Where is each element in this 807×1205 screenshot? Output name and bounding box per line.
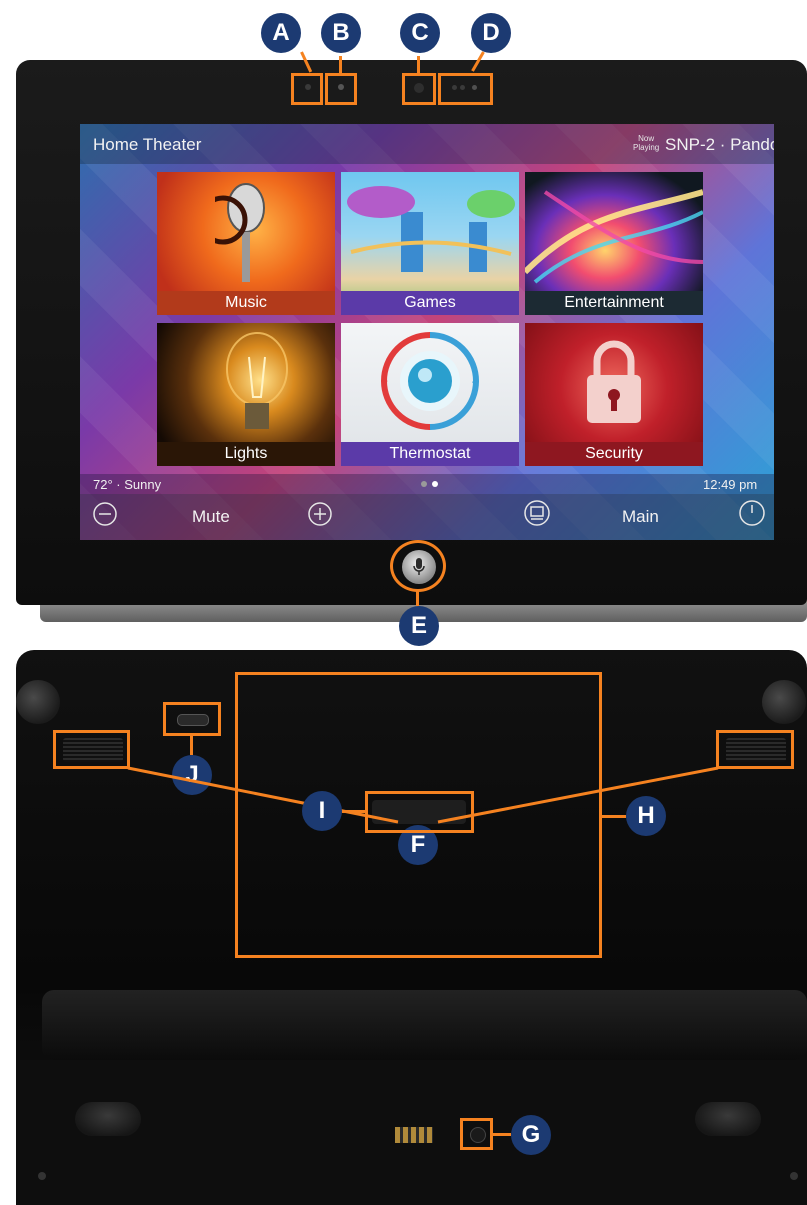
callout-badge-a: A bbox=[261, 13, 301, 53]
source-select-icon[interactable] bbox=[523, 499, 551, 527]
callout-line-i bbox=[342, 810, 365, 813]
callout-line-g bbox=[493, 1133, 511, 1136]
tile-lights-label: Lights bbox=[157, 442, 335, 466]
callout-badge-e: E bbox=[399, 606, 439, 646]
tile-entertainment[interactable]: Entertainment bbox=[525, 172, 703, 315]
callout-badge-d: D bbox=[471, 13, 511, 53]
tile-games-label: Games bbox=[341, 291, 519, 315]
light-swirl-icon bbox=[525, 189, 703, 284]
thermostat-dial-icon: + – bbox=[381, 332, 479, 430]
back-stand-bar bbox=[42, 990, 807, 1060]
page-indicator-dot-active[interactable] bbox=[432, 481, 438, 487]
touch-screen[interactable]: Home Theater Now Playing SNP-2 · Pandora… bbox=[80, 124, 774, 540]
callout-badge-b: B bbox=[321, 13, 361, 53]
tile-security[interactable]: Security bbox=[525, 323, 703, 466]
callout-badge-g: G bbox=[511, 1115, 551, 1155]
pogo-contacts bbox=[395, 1127, 433, 1143]
callout-box-b bbox=[325, 73, 357, 105]
callout-box-d bbox=[438, 73, 493, 105]
rubber-grip-right bbox=[695, 1102, 761, 1136]
page-indicator-dot[interactable] bbox=[421, 481, 427, 487]
now-playing-source[interactable]: SNP-2 · Pandora bbox=[665, 135, 774, 155]
now-playing-label: Now Playing bbox=[633, 134, 660, 152]
callout-ring-e bbox=[390, 540, 446, 592]
screw-right bbox=[790, 1172, 798, 1180]
bottom-bar bbox=[80, 494, 774, 540]
callout-box-j bbox=[163, 702, 221, 736]
tile-music-label: Music bbox=[157, 291, 335, 315]
callout-box-i bbox=[365, 791, 474, 833]
light-bulb-icon bbox=[226, 332, 288, 429]
volume-down-icon[interactable] bbox=[92, 501, 118, 527]
screw-left bbox=[38, 1172, 46, 1180]
volume-up-icon[interactable] bbox=[307, 501, 333, 527]
callout-line-c bbox=[417, 56, 420, 74]
padlock-icon bbox=[587, 340, 641, 423]
callout-line-b bbox=[339, 56, 342, 74]
game-landscape-icon bbox=[347, 186, 515, 272]
status-bar bbox=[80, 474, 774, 494]
tile-music[interactable]: Music bbox=[157, 172, 335, 315]
callout-box-a bbox=[291, 73, 323, 105]
svg-text:+: + bbox=[381, 374, 388, 388]
rubber-foot-right bbox=[762, 680, 806, 724]
tile-security-label: Security bbox=[525, 442, 703, 466]
callout-badge-c: C bbox=[400, 13, 440, 53]
main-button[interactable]: Main bbox=[622, 507, 659, 527]
weather-text: 72° · Sunny bbox=[93, 477, 162, 492]
clock-text: 12:49 pm bbox=[703, 477, 758, 492]
callout-line-j bbox=[190, 735, 193, 755]
tile-thermostat[interactable]: + – Thermostat bbox=[341, 323, 519, 466]
callout-box-g bbox=[460, 1118, 493, 1150]
callout-line-e bbox=[416, 590, 419, 606]
rubber-grip-left bbox=[75, 1102, 141, 1136]
tile-entertainment-label: Entertainment bbox=[525, 291, 703, 315]
power-icon[interactable] bbox=[738, 499, 766, 527]
tile-lights[interactable]: Lights bbox=[157, 323, 335, 466]
svg-text:–: – bbox=[472, 374, 479, 388]
tile-games[interactable]: Games bbox=[341, 172, 519, 315]
microphone-icon bbox=[215, 183, 265, 282]
callout-box-c bbox=[402, 73, 436, 105]
tile-thermostat-label: Thermostat bbox=[341, 442, 519, 466]
room-title[interactable]: Home Theater bbox=[93, 135, 201, 155]
mute-button[interactable]: Mute bbox=[192, 507, 230, 527]
rubber-foot-left bbox=[16, 680, 60, 724]
callout-badge-i: I bbox=[302, 791, 342, 831]
